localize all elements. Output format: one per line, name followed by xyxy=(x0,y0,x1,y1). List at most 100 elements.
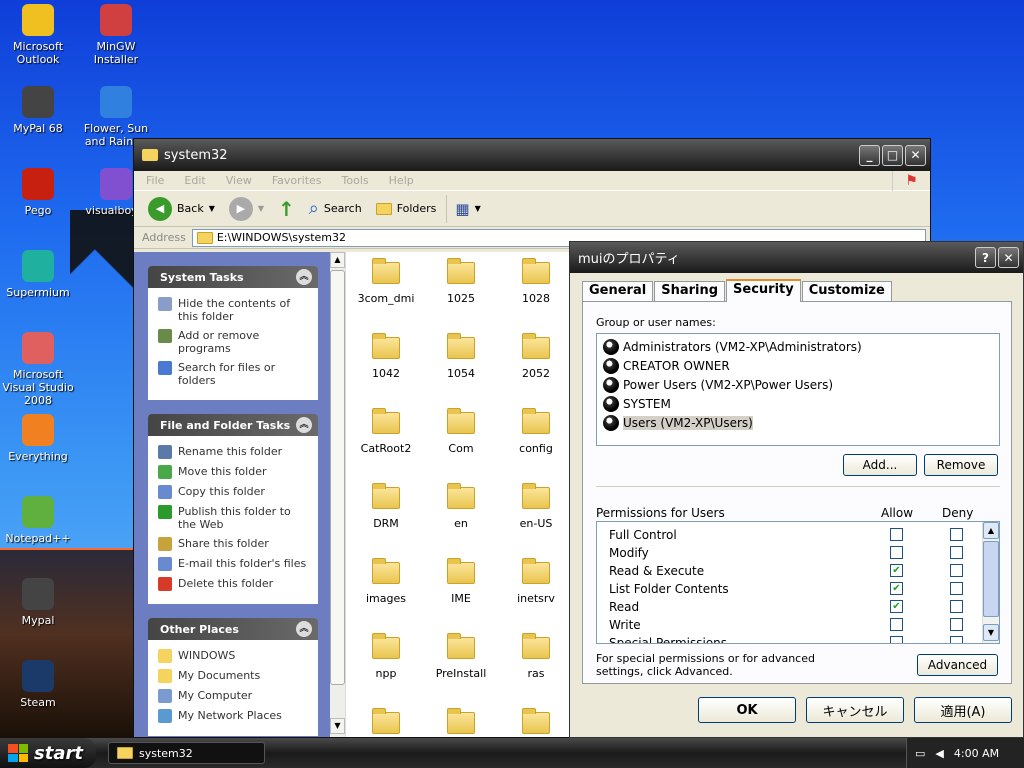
close-button[interactable]: ✕ xyxy=(998,247,1019,268)
user-entry[interactable]: CREATOR OWNER xyxy=(597,356,999,375)
allow-checkbox[interactable]: ✔ xyxy=(890,582,903,595)
deny-checkbox[interactable] xyxy=(950,636,963,643)
allow-checkbox[interactable] xyxy=(890,636,903,643)
deny-checkbox[interactable] xyxy=(950,582,963,595)
allow-checkbox[interactable] xyxy=(890,528,903,541)
task-link[interactable]: Publish this folder to the Web xyxy=(158,502,310,534)
folder-item[interactable]: inetsrv xyxy=(500,558,572,605)
back-button[interactable]: ◀ Back ▼ xyxy=(144,195,219,223)
maximize-button[interactable]: □ xyxy=(882,144,903,166)
file-tasks-header[interactable]: File and Folder Tasks ︽ xyxy=(148,414,318,436)
desktop-icon[interactable]: Supermium xyxy=(0,250,76,299)
folder-item[interactable]: ras xyxy=(500,633,572,680)
folder-item[interactable]: Com xyxy=(425,408,497,455)
tab-sharing[interactable]: Sharing xyxy=(654,281,726,301)
task-link[interactable]: Add or remove programs xyxy=(158,326,310,358)
folder-item[interactable]: 3com_dmi xyxy=(350,258,422,305)
scroll-up-button[interactable]: ▲ xyxy=(330,252,345,268)
user-entry[interactable]: SYSTEM xyxy=(597,394,999,413)
tab-customize[interactable]: Customize xyxy=(801,281,892,301)
system-tasks-header[interactable]: System Tasks ︽ xyxy=(148,266,318,288)
start-button[interactable]: start xyxy=(0,738,96,768)
menu-file[interactable]: File xyxy=(146,174,164,187)
file-view-scrollbar[interactable]: ▲ ▼ xyxy=(330,252,346,737)
folder-item[interactable]: IME xyxy=(425,558,497,605)
help-button[interactable]: ? xyxy=(975,247,996,268)
folder-item[interactable]: 2052 xyxy=(500,333,572,380)
collapse-chevron-icon[interactable]: ︽ xyxy=(296,621,312,637)
folder-item[interactable]: PreInstall xyxy=(425,633,497,680)
deny-checkbox[interactable] xyxy=(950,528,963,541)
desktop-icon[interactable]: MinGW Installer xyxy=(78,4,154,66)
tab-security[interactable]: Security xyxy=(726,279,801,302)
deny-checkbox[interactable] xyxy=(950,618,963,631)
desktop-icon[interactable]: Pego xyxy=(0,168,76,217)
desktop-icon[interactable]: MyPal 68 xyxy=(0,86,76,135)
other-places-header[interactable]: Other Places ︽ xyxy=(148,618,318,640)
task-link[interactable]: Rename this folder xyxy=(158,442,310,462)
minimize-button[interactable]: _ xyxy=(859,144,880,166)
dialog-titlebar[interactable]: muiのプロパティ ? ✕ xyxy=(570,242,1023,273)
user-entry[interactable]: Administrators (VM2-XP\Administrators) xyxy=(597,337,999,356)
scroll-thumb[interactable] xyxy=(983,541,999,617)
close-button[interactable]: ✕ xyxy=(905,144,926,166)
desktop-icon[interactable]: Microsoft Visual Studio 2008 xyxy=(0,332,76,407)
task-link[interactable]: Share this folder xyxy=(158,534,310,554)
allow-checkbox[interactable] xyxy=(890,546,903,559)
folder-item[interactable]: config xyxy=(500,408,572,455)
folder-item[interactable]: en xyxy=(425,483,497,530)
advanced-button[interactable]: Advanced xyxy=(917,654,998,676)
task-link[interactable]: Hide the contents of this folder xyxy=(158,294,310,326)
menu-edit[interactable]: Edit xyxy=(184,174,205,187)
network-icon[interactable]: ▭ xyxy=(915,747,925,760)
desktop-icon[interactable]: Mypal xyxy=(0,578,76,627)
menu-tools[interactable]: Tools xyxy=(342,174,369,187)
user-entry[interactable]: Power Users (VM2-XP\Power Users) xyxy=(597,375,999,394)
deny-checkbox[interactable] xyxy=(950,564,963,577)
folder-item[interactable]: npp xyxy=(350,633,422,680)
up-button[interactable]: ↑ xyxy=(274,195,299,223)
folder-item[interactable]: 1054 xyxy=(425,333,497,380)
menu-help[interactable]: Help xyxy=(389,174,414,187)
search-button[interactable]: ⌕ Search xyxy=(305,195,366,223)
scroll-down-button[interactable]: ▼ xyxy=(330,718,345,734)
volume-icon[interactable]: ◀ xyxy=(935,747,943,760)
folder-item[interactable]: CatRoot2 xyxy=(350,408,422,455)
allow-checkbox[interactable]: ✔ xyxy=(890,564,903,577)
tab-general[interactable]: General xyxy=(582,281,654,301)
taskbar-button-system32[interactable]: system32 xyxy=(108,742,265,764)
folders-button[interactable]: Folders xyxy=(372,195,441,223)
apply-button[interactable]: 適用(A) xyxy=(914,697,1012,723)
desktop-icon[interactable]: Microsoft Outlook xyxy=(0,4,76,66)
task-link[interactable]: E-mail this folder's files xyxy=(158,554,310,574)
scroll-thumb[interactable] xyxy=(330,270,345,685)
folder-item[interactable]: images xyxy=(350,558,422,605)
task-link[interactable]: Search for files or folders xyxy=(158,358,310,390)
task-link[interactable]: My Documents xyxy=(158,666,310,686)
task-link[interactable]: WINDOWS xyxy=(158,646,310,666)
task-link[interactable]: Move this folder xyxy=(158,462,310,482)
menu-favorites[interactable]: Favorites xyxy=(272,174,322,187)
task-link[interactable]: My Computer xyxy=(158,686,310,706)
forward-button[interactable]: ▶ ▼ xyxy=(225,195,268,223)
menu-view[interactable]: View xyxy=(226,174,252,187)
collapse-chevron-icon[interactable]: ︽ xyxy=(296,417,312,433)
explorer-titlebar[interactable]: system32 _ □ ✕ xyxy=(134,139,930,171)
add-button[interactable]: Add... xyxy=(843,454,917,476)
dropdown-arrow-icon[interactable]: ▼ xyxy=(258,204,264,213)
permissions-scrollbar[interactable]: ▲ ▼ xyxy=(982,522,999,643)
deny-checkbox[interactable] xyxy=(950,546,963,559)
views-button[interactable]: ▦ ▼ xyxy=(446,194,484,223)
allow-checkbox[interactable] xyxy=(890,618,903,631)
scroll-down-button[interactable]: ▼ xyxy=(983,624,999,641)
allow-checkbox[interactable]: ✔ xyxy=(890,600,903,613)
folder-item[interactable]: 1028 xyxy=(500,258,572,305)
deny-checkbox[interactable] xyxy=(950,600,963,613)
ok-button[interactable]: OK xyxy=(698,697,796,723)
folder-item[interactable]: DRM xyxy=(350,483,422,530)
desktop-icon[interactable]: Everything xyxy=(0,414,76,463)
dropdown-arrow-icon[interactable]: ▼ xyxy=(209,204,215,213)
folder-item[interactable]: 1042 xyxy=(350,333,422,380)
scroll-up-button[interactable]: ▲ xyxy=(983,522,999,539)
remove-button[interactable]: Remove xyxy=(924,454,998,476)
